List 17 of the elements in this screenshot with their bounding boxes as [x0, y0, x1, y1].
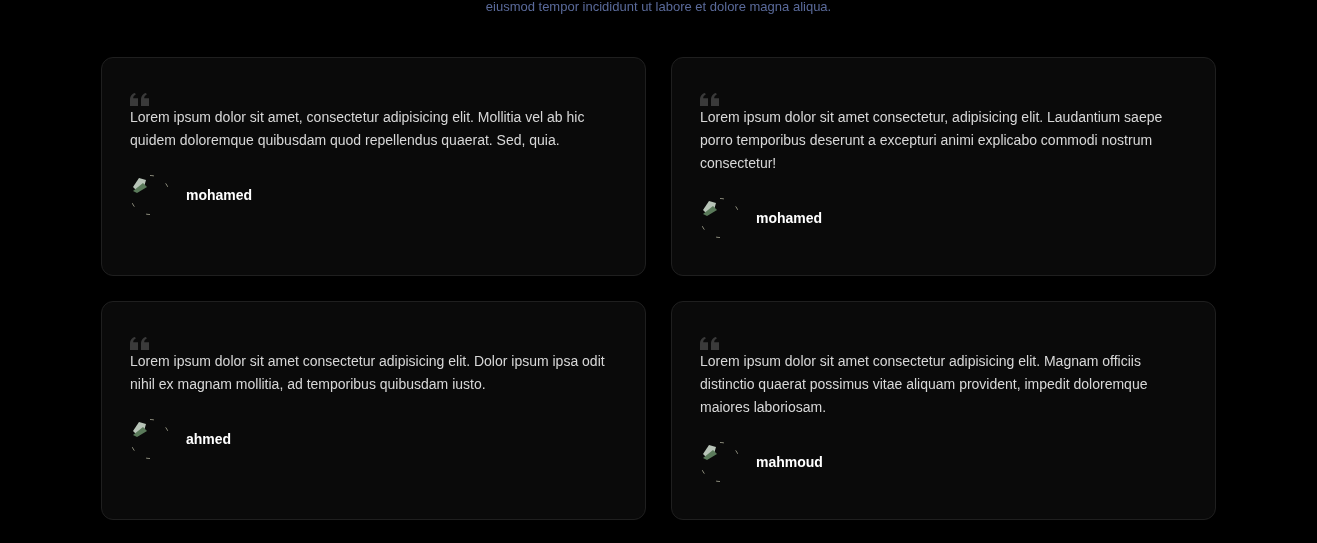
- testimonial-text: Lorem ipsum dolor sit amet consectetur adipisicing elit. Dolor ipsum ipsa odit nihil ex magnam mollitia, ad temporibus quibusdam iusto.: [130, 352, 606, 394]
- author-name: ahmed: [186, 431, 232, 447]
- broken-image-icon: [130, 175, 170, 215]
- author-name: mohamed: [186, 187, 253, 203]
- section-subtitle: eiusmod tempor incididunt ut labore et dolore magna aliqua.: [484, 0, 833, 14]
- author-name: mahmoud: [756, 454, 823, 470]
- quote-icon: [130, 337, 150, 350]
- testimonial-text: Lorem ipsum dolor sit amet consectetur, adipisicing elit. Laudantium saepe porro temporibus deserunt a excepturi animi explicabo commodi nostrum consectetur!: [700, 108, 1164, 173]
- author-name: mohamed: [756, 210, 823, 226]
- testimonial-text: Lorem ipsum dolor sit amet consectetur adipisicing elit. Magnam officiis distinctio quaerat possimus vitae aliquam provident, impedit doloremque maiores laboriosam.: [700, 352, 1149, 417]
- quote-icon: [700, 337, 720, 350]
- broken-image-icon: [700, 198, 740, 238]
- testimonial-text: Lorem ipsum dolor sit amet, consectetur adipisicing elit. Mollitia vel ab hic quidem doloremque quibusdam quod repellendus quaerat. Sed, quia.: [130, 108, 586, 150]
- broken-image-icon: [700, 442, 740, 482]
- broken-image-icon: [130, 419, 170, 459]
- quote-icon: [130, 93, 150, 106]
- quote-icon: [700, 93, 720, 106]
